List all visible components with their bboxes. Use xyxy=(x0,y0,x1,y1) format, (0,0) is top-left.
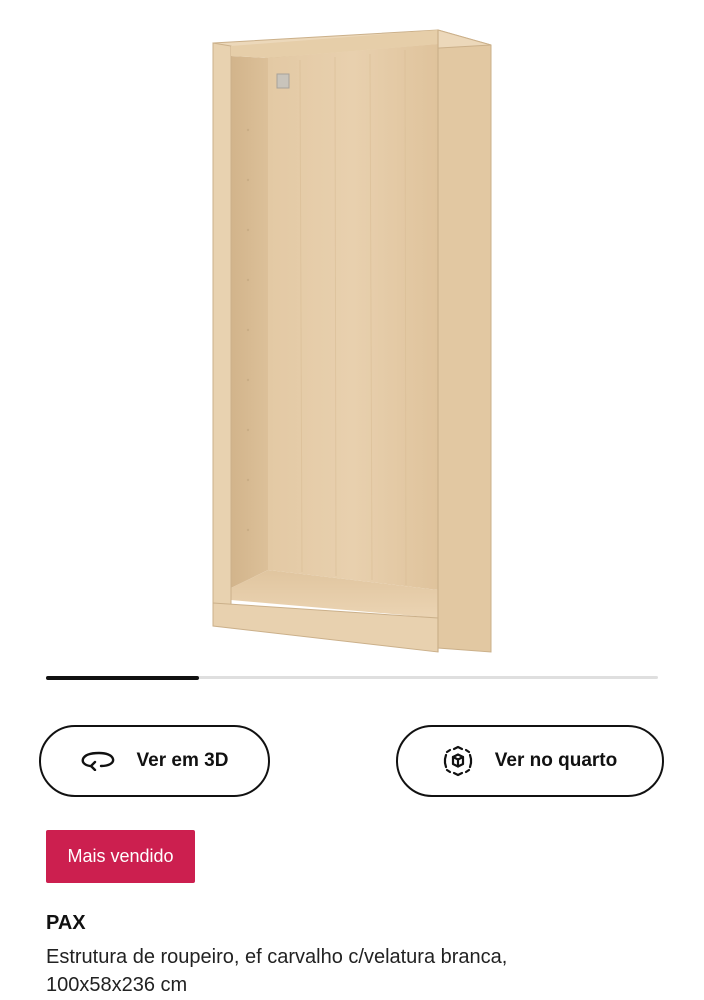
view-3d-label: Ver em 3D xyxy=(136,750,229,771)
rotate-3d-icon xyxy=(81,751,115,771)
augmented-reality-icon xyxy=(443,745,473,777)
product-dimensions: 100x58x236 cm xyxy=(46,974,188,996)
gallery-progress-fill xyxy=(46,675,199,680)
view-in-room-label: Ver no quarto xyxy=(494,750,618,771)
view-in-room-button[interactable]: Ver no quarto xyxy=(396,725,664,797)
product-image[interactable] xyxy=(0,0,704,670)
view-3d-button[interactable]: Ver em 3D xyxy=(39,725,270,797)
best-seller-badge: Mais vendido xyxy=(46,830,195,883)
badge-label: Mais vendido xyxy=(67,846,174,866)
product-description: Estrutura de roupeiro, ef carvalho c/vel… xyxy=(46,943,646,999)
product-description-line: Estrutura de roupeiro, ef carvalho c/vel… xyxy=(46,946,508,968)
gallery-progress-bar xyxy=(46,675,658,680)
product-name: PAX xyxy=(46,912,86,934)
